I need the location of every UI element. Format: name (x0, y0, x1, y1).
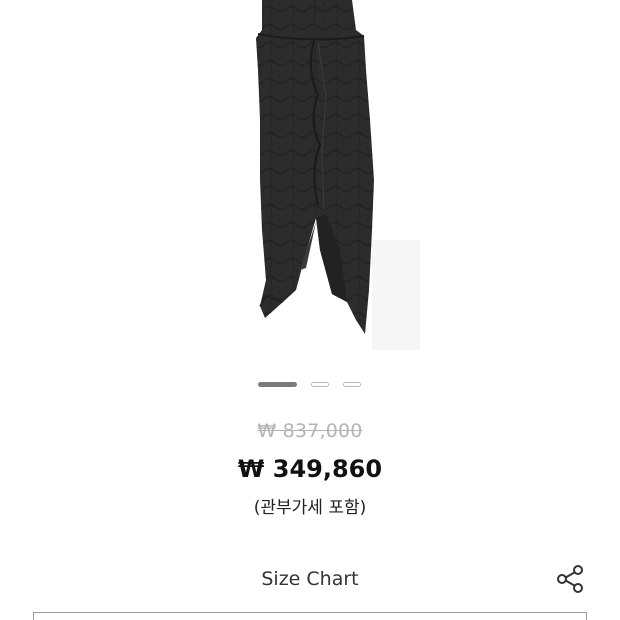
original-price: ₩ 837,000 (257, 420, 363, 442)
sale-price: ₩ 349,860 (237, 455, 383, 483)
image-carousel-indicator (0, 378, 620, 392)
carousel-dot-1[interactable] (258, 382, 297, 387)
share-button[interactable] (553, 562, 587, 596)
carousel-dot-3[interactable] (343, 382, 361, 387)
size-chart-link[interactable]: Size Chart (33, 568, 587, 590)
section-box-top (33, 612, 587, 620)
tax-included-note: (관부가세 포함) (253, 498, 367, 518)
carousel-dot-2[interactable] (311, 382, 329, 387)
size-chart-row: Size Chart (33, 556, 587, 610)
dress-illustration (256, 0, 420, 350)
product-image[interactable] (0, 0, 620, 360)
product-detail-page: ₩ 837,000 ₩ 349,860 (관부가세 포함) Size Chart (0, 0, 620, 620)
share-icon (557, 565, 583, 593)
